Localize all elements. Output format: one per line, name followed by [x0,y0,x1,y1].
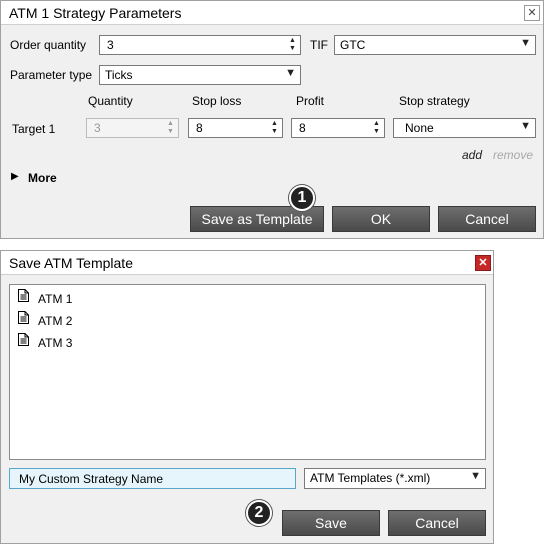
save-button[interactable]: Save [282,510,380,536]
chevron-down-icon: ▼ [285,67,296,79]
add-link[interactable]: add [462,148,482,162]
save-atm-template-dialog: Save ATM Template ✕ ATM 1 ATM 2 ATM 3 My… [0,250,494,544]
remove-link[interactable]: remove [493,148,533,162]
document-icon [18,289,29,302]
step-badge-1: 1 [289,185,315,211]
cancel-button[interactable]: Cancel [438,206,536,232]
template-name-field[interactable] [9,468,296,489]
column-header-quantity: Quantity [88,94,133,108]
file-type-value: ATM Templates (*.xml) [310,471,431,485]
step-badge-2: 2 [246,500,272,526]
stop-strategy-select[interactable]: None ▼ [393,118,536,138]
target-quantity-value: 3 [94,121,101,135]
atm-strategy-parameters-dialog: ATM 1 Strategy Parameters ✕ Order quanti… [0,0,544,239]
template-name: ATM 1 [38,292,73,306]
order-quantity-value: 3 [107,38,114,52]
cancel-button[interactable]: Cancel [388,510,486,536]
order-quantity-stepper[interactable]: 3 ▲ ▼ [99,35,301,55]
column-header-profit: Profit [296,94,325,108]
dialog-titlebar: ATM 1 Strategy Parameters ✕ [1,1,543,25]
target-quantity-stepper: 3 ▲ ▼ [86,118,179,138]
template-name: ATM 3 [38,336,73,350]
expand-arrow-icon[interactable]: ▶ [11,171,19,182]
document-icon [18,311,29,324]
document-icon [18,333,29,346]
close-icon[interactable]: ✕ [475,255,491,271]
chevron-down-icon: ▼ [520,120,531,132]
order-quantity-label: Order quantity [10,38,87,52]
chevron-down-icon: ▼ [470,470,481,482]
target-label: Target 1 [12,122,56,136]
spin-arrows-icon: ▲ ▼ [167,120,174,135]
template-name: ATM 2 [38,314,73,328]
profit-stepper[interactable]: 8 ▲ ▼ [291,118,385,138]
close-icon[interactable]: ✕ [524,5,540,21]
stop-loss-stepper[interactable]: 8 ▲ ▼ [188,118,283,138]
spin-arrows-icon[interactable]: ▲ ▼ [270,120,279,136]
more-label[interactable]: More [28,171,57,185]
tif-value: GTC [340,38,366,52]
tif-label: TIF [310,38,328,52]
ok-button[interactable]: OK [332,206,430,232]
parameter-type-label: Parameter type [10,68,93,82]
parameter-type-value: Ticks [105,68,133,82]
column-header-stop-loss: Stop loss [192,94,242,108]
tif-select[interactable]: GTC ▼ [334,35,536,55]
dialog-title: Save ATM Template [9,255,133,271]
spin-arrows-icon[interactable]: ▲ ▼ [372,120,381,136]
template-list[interactable]: ATM 1 ATM 2 ATM 3 [9,284,486,460]
dialog-titlebar: Save ATM Template ✕ [1,251,493,275]
file-type-select[interactable]: ATM Templates (*.xml) ▼ [304,468,486,489]
stop-loss-value: 8 [196,121,203,135]
stop-strategy-value: None [405,121,434,135]
template-name-input[interactable] [10,469,295,488]
profit-value: 8 [299,121,306,135]
dialog-title: ATM 1 Strategy Parameters [9,5,182,21]
chevron-down-icon: ▼ [520,37,531,49]
column-header-stop-strategy: Stop strategy [399,94,470,108]
spin-arrows-icon[interactable]: ▲ ▼ [288,37,297,53]
parameter-type-select[interactable]: Ticks ▼ [99,65,301,85]
